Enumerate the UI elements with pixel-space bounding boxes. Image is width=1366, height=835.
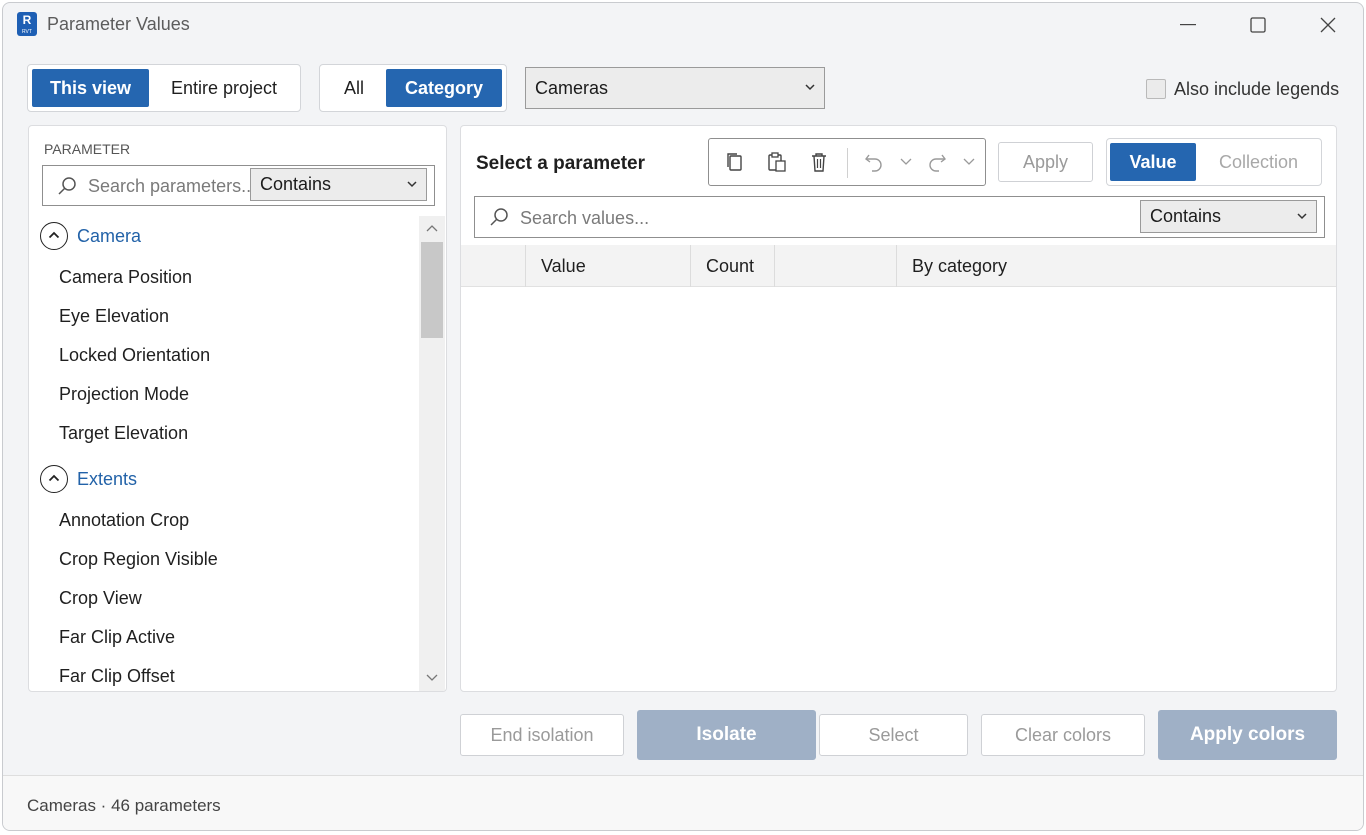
select-button[interactable]: Select [819,714,968,756]
close-button[interactable] [1293,3,1363,47]
parameter-search-placeholder: Search parameters... [88,176,257,196]
parameter-search-input[interactable]: Search parameters... Contains [42,165,435,206]
mode-value-button[interactable]: Value [1110,143,1196,181]
column-header-by-category[interactable]: By category [896,245,1336,287]
search-icon [490,208,508,226]
values-panel: Select a parameter Apply Value Collectio… [460,125,1337,692]
maximize-button[interactable] [1223,3,1293,47]
parameter-item[interactable]: Camera Position [29,258,419,297]
minimize-icon [1180,24,1196,26]
parameter-item[interactable]: Crop View [29,579,419,618]
apply-button[interactable]: Apply [998,142,1093,182]
parameter-item[interactable]: Crop Region Visible [29,540,419,579]
close-icon [1320,17,1336,33]
redo-dropdown-chevron-icon[interactable] [956,149,982,175]
filter-category-button[interactable]: Category [386,69,502,107]
undo-icon[interactable] [861,149,887,175]
group-camera[interactable]: Camera [29,214,419,258]
category-dropdown-value: Cameras [535,78,609,98]
isolate-button[interactable]: Isolate [637,710,816,760]
values-panel-title: Select a parameter [476,153,645,174]
collapse-icon[interactable] [40,222,68,250]
copy-icon[interactable] [722,149,748,175]
include-legends-label: Also include legends [1174,79,1340,99]
column-header-select[interactable] [461,245,525,287]
parameter-item[interactable]: Projection Mode [29,375,419,414]
parameter-match-dropdown[interactable]: Contains [250,168,427,201]
paste-icon[interactable] [764,149,790,175]
column-header-value[interactable]: Value [525,245,690,287]
scroll-up-icon[interactable] [426,224,438,232]
redo-icon[interactable] [924,149,950,175]
scrollbar-thumb[interactable] [421,242,443,338]
parameter-item[interactable]: Target Elevation [29,414,419,453]
chevron-down-icon [407,180,417,187]
collapse-icon[interactable] [40,465,68,493]
group-label: Extents [77,469,138,489]
app-icon-letter: R [22,13,32,27]
parameter-match-value: Contains [260,174,332,194]
value-search-input[interactable]: Search values... Contains [474,196,1325,238]
column-header-blank[interactable] [774,245,896,287]
column-header-count[interactable]: Count [690,245,774,287]
toolbar-divider [847,148,848,178]
parameter-tree: Camera Camera Position Eye Elevation Loc… [29,214,419,691]
category-dropdown[interactable]: Cameras [525,67,825,109]
scope-this-view-button[interactable]: This view [32,69,149,107]
parameter-values-window: R RVT Parameter Values This view Entire … [2,2,1364,831]
include-legends-checkbox[interactable] [1146,79,1166,99]
parameter-item[interactable]: Annotation Crop [29,501,419,540]
scope-toggle: This view Entire project [27,64,301,112]
mode-collection-button[interactable]: Collection [1201,143,1316,181]
status-text: Cameras · 46 parameters [27,796,221,815]
parameter-item[interactable]: Locked Orientation [29,336,419,375]
group-label: Camera [77,226,142,246]
values-grid-body [461,288,1336,691]
value-search-placeholder: Search values... [520,208,650,228]
revit-app-icon: R RVT [17,12,37,36]
window-title: Parameter Values [47,14,190,34]
parameter-item[interactable]: Eye Elevation [29,297,419,336]
scope-entire-project-button[interactable]: Entire project [153,69,295,107]
clear-colors-button[interactable]: Clear colors [981,714,1145,756]
app-icon-sub: RVT [22,29,32,35]
title-bar: R RVT Parameter Values [3,3,1363,47]
minimize-button[interactable] [1153,3,1223,47]
search-icon [58,177,76,195]
filter-toggle: All Category [319,64,507,112]
parameter-item[interactable]: Far Clip Offset [29,657,419,691]
values-toolbar [708,138,986,186]
chevron-down-icon [1297,212,1307,219]
filter-all-button[interactable]: All [324,69,384,107]
value-match-dropdown[interactable]: Contains [1140,200,1317,233]
undo-dropdown-chevron-icon[interactable] [893,149,919,175]
status-bar: Cameras · 46 parameters [3,775,1363,830]
value-mode-toggle: Value Collection [1106,138,1322,186]
scroll-down-icon[interactable] [426,674,438,682]
apply-colors-button[interactable]: Apply colors [1158,710,1337,760]
group-extents[interactable]: Extents [29,457,419,501]
parameter-item[interactable]: Far Clip Active [29,618,419,657]
parameter-header: PARAMETER [44,141,131,157]
values-grid-header: Value Count By category [461,245,1336,287]
parameter-scrollbar[interactable] [419,216,445,691]
maximize-icon [1250,17,1266,33]
end-isolation-button[interactable]: End isolation [460,714,624,756]
value-match-value: Contains [1150,206,1222,226]
parameter-panel: PARAMETER Search parameters... Contains … [28,125,447,692]
delete-icon[interactable] [806,149,832,175]
chevron-down-icon [805,84,815,91]
